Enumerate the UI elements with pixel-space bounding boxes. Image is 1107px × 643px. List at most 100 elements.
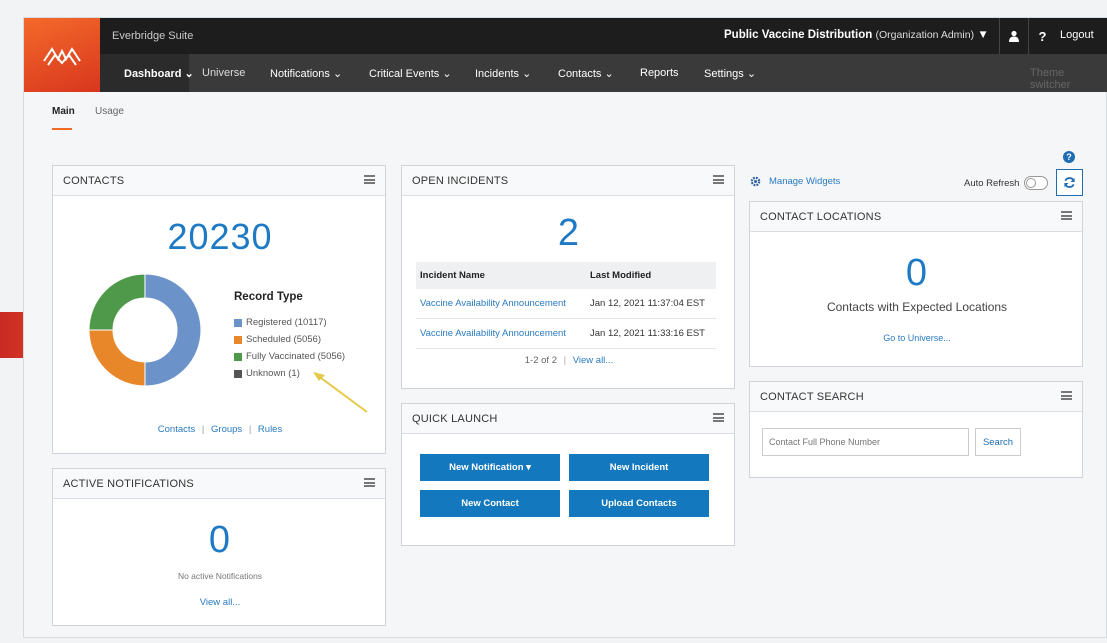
user-icon[interactable] [999,18,1027,54]
donut-slice-scheduled [88,329,146,387]
separator: | [201,424,205,435]
widget-menu-icon[interactable] [713,175,724,184]
donut-slice-registered [144,273,202,387]
help-circle-icon[interactable]: ? [1063,151,1075,163]
legend-label: Registered (10117) [246,317,327,328]
legend-swatch [234,335,242,344]
contact-locations-widget: CONTACT LOCATIONS 0 Contacts with Expect… [749,201,1083,367]
nav-notifications[interactable]: Notifications ⌄ [270,67,342,80]
legend-label: Fully Vaccinated (5056) [246,351,346,362]
rules-link[interactable]: Rules [258,424,282,435]
everbridge-logo[interactable] [24,18,100,92]
org-name: Public Vaccine Distribution [724,29,873,41]
nav-dashboard[interactable]: Dashboard ⌄ [124,67,194,80]
column-header-incident-name: Incident Name [416,262,586,289]
widget-title: CONTACT SEARCH [760,390,864,403]
widget-menu-icon[interactable] [364,478,375,487]
view-all-notifications-link[interactable]: View all... [200,597,240,608]
app-window: Everbridge Suite Public Vaccine Distribu… [23,17,1107,638]
table-row[interactable]: Vaccine Availability Announcement Jan 12… [416,289,716,319]
widget-menu-icon[interactable] [364,175,375,184]
nav-universe[interactable]: Universe [202,67,245,79]
manage-widgets-label: Manage Widgets [769,176,841,187]
organization-selector[interactable]: Public Vaccine Distribution (Organizatio… [724,29,989,41]
nav-settings-label: Settings [704,68,744,80]
nav-notifications-label: Notifications [270,68,330,80]
go-to-universe-link[interactable]: Go to Universe... [883,333,951,343]
toggle-knob [1026,178,1036,188]
widget-title: CONTACT LOCATIONS [760,210,882,223]
nav-dashboard-label: Dashboard [124,68,182,80]
nav-critical-events-label: Critical Events [369,68,440,80]
help-icon[interactable]: ? [1028,18,1056,54]
nav-settings[interactable]: Settings ⌄ [704,67,756,80]
refresh-icon [1064,177,1075,188]
incident-last-modified: Jan 12, 2021 11:33:16 EST [586,318,716,349]
org-role: (Organization Admin) [875,29,975,41]
contacts-links: Contacts | Groups | Rules [53,424,387,435]
incidents-pager: 1-2 of 2 | View all... [402,355,736,366]
active-notifications-widget: ACTIVE NOTIFICATIONS 0 No active Notific… [52,468,386,626]
view-all-incidents-link[interactable]: View all... [573,355,613,366]
groups-link[interactable]: Groups [211,424,242,435]
legend-item: Unknown (1) [234,368,300,379]
chevron-down-icon: ⌄ [522,68,532,80]
legend-label: Scheduled (5056) [246,334,321,345]
legend-item: Fully Vaccinated (5056) [234,351,345,362]
refresh-button[interactable] [1056,169,1083,196]
main-nav: Dashboard ⌄ Universe Notifications ⌄ Cri… [24,54,1107,92]
contact-locations-subtitle: Contacts with Expected Locations [826,300,1008,314]
open-incidents-count: 2 [557,212,581,254]
phone-search-input[interactable] [762,428,969,456]
active-notifications-count: 0 [208,519,232,561]
new-notification-button[interactable]: New Notification ▾ [420,454,560,481]
auto-refresh-label: Auto Refresh [964,178,1020,189]
theme-switcher[interactable]: Theme switcher [1030,67,1107,91]
tab-usage[interactable]: Usage [95,106,124,117]
new-incident-button[interactable]: New Incident [569,454,709,481]
column-header-last-modified: Last Modified [586,262,716,289]
incident-name-link[interactable]: Vaccine Availability Announcement [416,318,586,349]
manage-widgets-link[interactable]: Manage Widgets [750,176,840,187]
widget-menu-icon[interactable] [1061,391,1072,400]
legend-item: Scheduled (5056) [234,334,321,345]
widget-title: QUICK LAUNCH [412,412,498,425]
chevron-down-icon: ⌄ [746,68,757,80]
annotation-arrow-icon [313,372,368,413]
legend-title: Record Type [234,291,303,303]
legend-label: Unknown (1) [246,368,300,379]
new-contact-button[interactable]: New Contact [420,490,560,517]
nav-reports[interactable]: Reports [640,67,679,79]
separator: | [248,424,252,435]
nav-contacts[interactable]: Contacts ⌄ [558,67,614,80]
tab-main[interactable]: Main [52,106,75,117]
top-bar: Everbridge Suite Public Vaccine Distribu… [24,18,1107,54]
donut-slice-fully-vaccinated [88,273,146,331]
chevron-down-icon: ⌄ [184,68,194,80]
logo-mark-icon [43,47,81,66]
chevron-down-icon: ▼ [977,29,989,41]
search-button[interactable]: Search [975,428,1021,456]
nav-contacts-label: Contacts [558,68,602,80]
record-type-donut-chart [88,273,202,387]
contacts-total: 20230 [167,216,273,257]
contacts-widget: CONTACTS 20230 Record Type Registered (1… [52,165,386,454]
chevron-down-icon: ⌄ [604,68,614,80]
legend-swatch [234,369,242,378]
incident-name-link[interactable]: Vaccine Availability Announcement [416,289,586,319]
widget-menu-icon[interactable] [1061,211,1072,220]
separator: | [563,355,567,366]
contact-search-widget: CONTACT SEARCH Search [749,381,1083,478]
auto-refresh-toggle[interactable] [1024,176,1048,190]
nav-incidents[interactable]: Incidents ⌄ [475,67,531,80]
chevron-down-icon: ⌄ [442,68,452,80]
logout-link[interactable]: Logout [1060,29,1094,41]
nav-incidents-label: Incidents [475,68,520,80]
nav-critical-events[interactable]: Critical Events ⌄ [369,67,452,80]
table-row[interactable]: Vaccine Availability Announcement Jan 12… [416,318,716,349]
upload-contacts-button[interactable]: Upload Contacts [569,490,709,517]
incidents-table: Incident Name Last Modified Vaccine Avai… [416,262,716,349]
widget-menu-icon[interactable] [713,413,724,422]
contacts-link[interactable]: Contacts [158,424,196,435]
pager-text: 1-2 of 2 [524,355,557,366]
